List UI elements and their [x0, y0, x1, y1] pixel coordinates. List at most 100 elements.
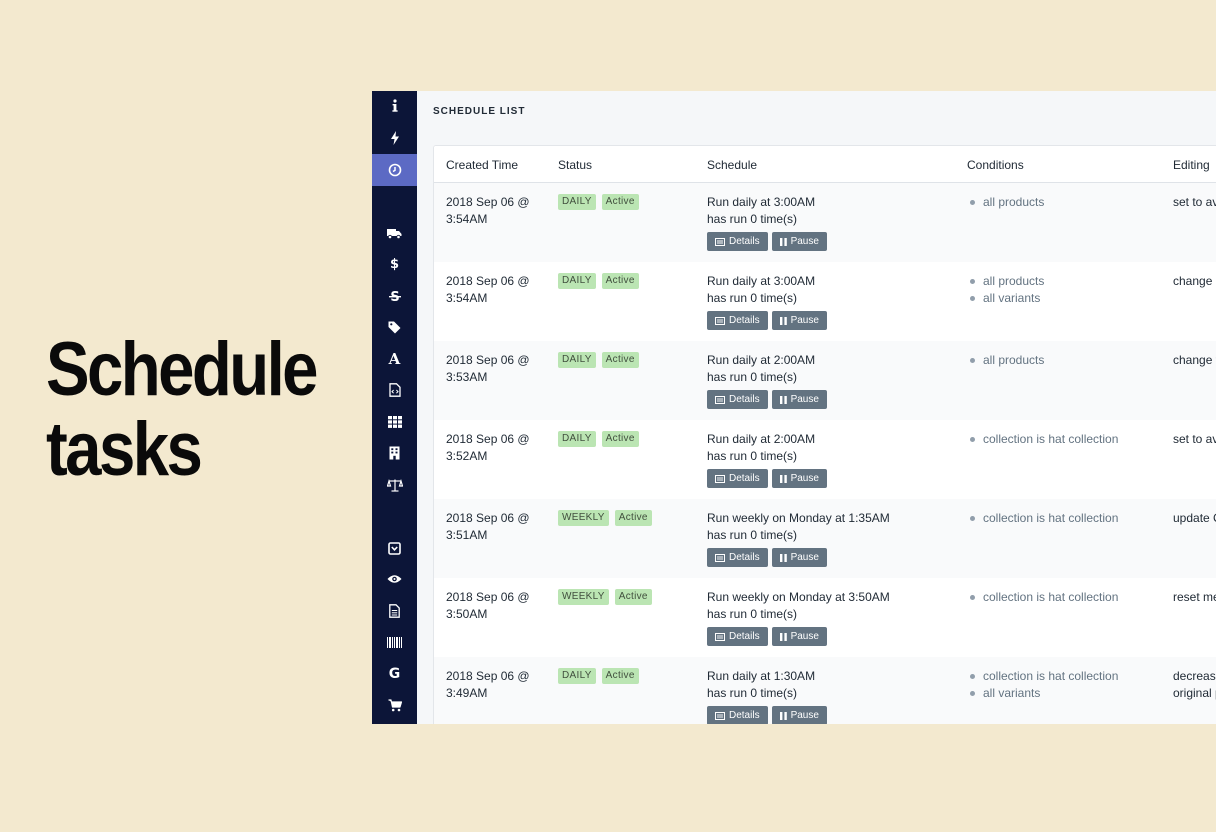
file-code-icon[interactable] — [372, 375, 417, 405]
pause-button-label: Pause — [790, 709, 819, 721]
pause-button[interactable]: Pause — [771, 311, 827, 330]
schedule-text: Run weekly on Monday at 3:50AM — [707, 590, 890, 604]
editing-text: decrease — [1173, 669, 1216, 683]
pause-button-label: Pause — [790, 393, 819, 405]
list-icon — [715, 711, 725, 720]
table-row: 2018 Sep 06 @ 3:53AM DAILY Active Run da… — [434, 341, 1216, 420]
editing-cell: change t — [1173, 352, 1216, 369]
run-count: has run 0 time(s) — [707, 607, 798, 621]
condition-item: collection is hat collection — [967, 431, 1167, 448]
schedule-cell: Run daily at 2:00AM has run 0 time(s) De… — [707, 352, 947, 409]
status-badges: DAILY Active — [558, 194, 639, 210]
frequency-badge: WEEKLY — [558, 510, 609, 526]
conditions-cell: all products — [967, 352, 1167, 369]
strikethrough-icon[interactable]: S — [372, 281, 417, 311]
status-badge: Active — [601, 431, 639, 447]
eye-icon[interactable] — [372, 564, 417, 594]
details-button-label: Details — [729, 472, 760, 484]
schedule-cell: Run daily at 3:00AM has run 0 time(s) De… — [707, 194, 947, 251]
details-button[interactable]: Details — [707, 627, 768, 646]
editing-text: change t — [1173, 353, 1216, 367]
condition-item: all variants — [967, 685, 1167, 702]
column-header-created-time: Created Time — [446, 158, 519, 172]
schedule-text: Run daily at 2:00AM — [707, 432, 816, 446]
conditions-list: all products — [967, 352, 1167, 369]
scale-icon[interactable] — [372, 470, 417, 500]
list-icon — [715, 553, 725, 562]
run-count: has run 0 time(s) — [707, 449, 798, 463]
grid-icon[interactable] — [372, 407, 417, 437]
created-time: 2018 Sep 06 @ 3:53AM — [446, 353, 530, 384]
conditions-list: collection is hat collection — [967, 510, 1167, 527]
pause-button[interactable]: Pause — [771, 706, 827, 724]
pause-icon — [779, 316, 787, 325]
schedule-cell: Run weekly on Monday at 1:35AM has run 0… — [707, 510, 947, 567]
pause-button[interactable]: Pause — [771, 390, 827, 409]
google-icon[interactable]: G — [372, 659, 417, 689]
page-title: SCHEDULE LIST — [433, 106, 526, 117]
conditions-cell: all products — [967, 194, 1167, 211]
pause-button[interactable]: Pause — [771, 232, 827, 251]
row-actions: Details Pause — [707, 390, 947, 409]
table-header: Created Time Status Schedule Conditions … — [434, 146, 1216, 183]
details-button[interactable]: Details — [707, 390, 768, 409]
info-icon[interactable] — [372, 91, 417, 121]
truck-icon[interactable] — [372, 218, 417, 248]
building-icon[interactable] — [372, 438, 417, 468]
clock-icon[interactable] — [372, 154, 417, 186]
status-badge: Active — [601, 668, 639, 684]
details-button[interactable]: Details — [707, 311, 768, 330]
barcode-icon[interactable] — [372, 627, 417, 657]
pause-button[interactable]: Pause — [771, 627, 827, 646]
status-badges: DAILY Active — [558, 273, 639, 289]
details-button[interactable]: Details — [707, 548, 768, 567]
frequency-badge: DAILY — [558, 352, 596, 368]
details-button-label: Details — [729, 393, 760, 405]
details-button[interactable]: Details — [707, 469, 768, 488]
editing-cell: set to av — [1173, 194, 1216, 211]
table-row: 2018 Sep 06 @ 3:54AM DAILY Active Run da… — [434, 262, 1216, 341]
document-icon[interactable] — [372, 596, 417, 626]
hero-title: Schedule tasks — [46, 330, 319, 490]
row-actions: Details Pause — [707, 311, 947, 330]
tag-icon[interactable] — [372, 312, 417, 342]
status-badge: Active — [601, 352, 639, 368]
conditions-cell: collection is hat collection — [967, 431, 1167, 448]
row-actions: Details Pause — [707, 548, 947, 567]
pause-button[interactable]: Pause — [771, 469, 827, 488]
archive-icon[interactable] — [372, 533, 417, 563]
conditions-list: collection is hat collection — [967, 589, 1167, 606]
schedule-cell: Run daily at 3:00AM has run 0 time(s) De… — [707, 273, 947, 330]
condition-item: all products — [967, 273, 1167, 290]
table-row: 2018 Sep 06 @ 3:49AM DAILY Active Run da… — [434, 657, 1216, 724]
cart-icon[interactable] — [372, 690, 417, 720]
editing-text: original p — [1173, 686, 1216, 700]
font-icon[interactable]: A — [372, 344, 417, 374]
pause-button[interactable]: Pause — [771, 548, 827, 567]
dollar-icon[interactable]: $ — [372, 249, 417, 279]
frequency-badge: DAILY — [558, 668, 596, 684]
list-icon — [715, 316, 725, 325]
column-header-conditions: Conditions — [967, 158, 1024, 172]
pause-button-label: Pause — [790, 472, 819, 484]
pause-button-label: Pause — [790, 314, 819, 326]
status-badge: Active — [601, 273, 639, 289]
details-button[interactable]: Details — [707, 706, 768, 724]
conditions-list: collection is hat collection all variants — [967, 668, 1167, 702]
condition-item: collection is hat collection — [967, 668, 1167, 685]
lightning-icon[interactable] — [372, 123, 417, 153]
pause-icon — [779, 711, 787, 720]
pause-icon — [779, 395, 787, 404]
row-actions: Details Pause — [707, 706, 947, 724]
editing-text: update C — [1173, 511, 1216, 525]
status-badge: Active — [614, 589, 652, 605]
status-badges: DAILY Active — [558, 352, 639, 368]
column-header-status: Status — [558, 158, 593, 172]
details-button[interactable]: Details — [707, 232, 768, 251]
pause-icon — [779, 553, 787, 562]
frequency-badge: WEEKLY — [558, 589, 609, 605]
conditions-cell: collection is hat collection — [967, 589, 1167, 606]
list-icon — [715, 237, 725, 246]
editing-cell: reset me — [1173, 589, 1216, 606]
conditions-cell: collection is hat collection all variants — [967, 668, 1167, 702]
